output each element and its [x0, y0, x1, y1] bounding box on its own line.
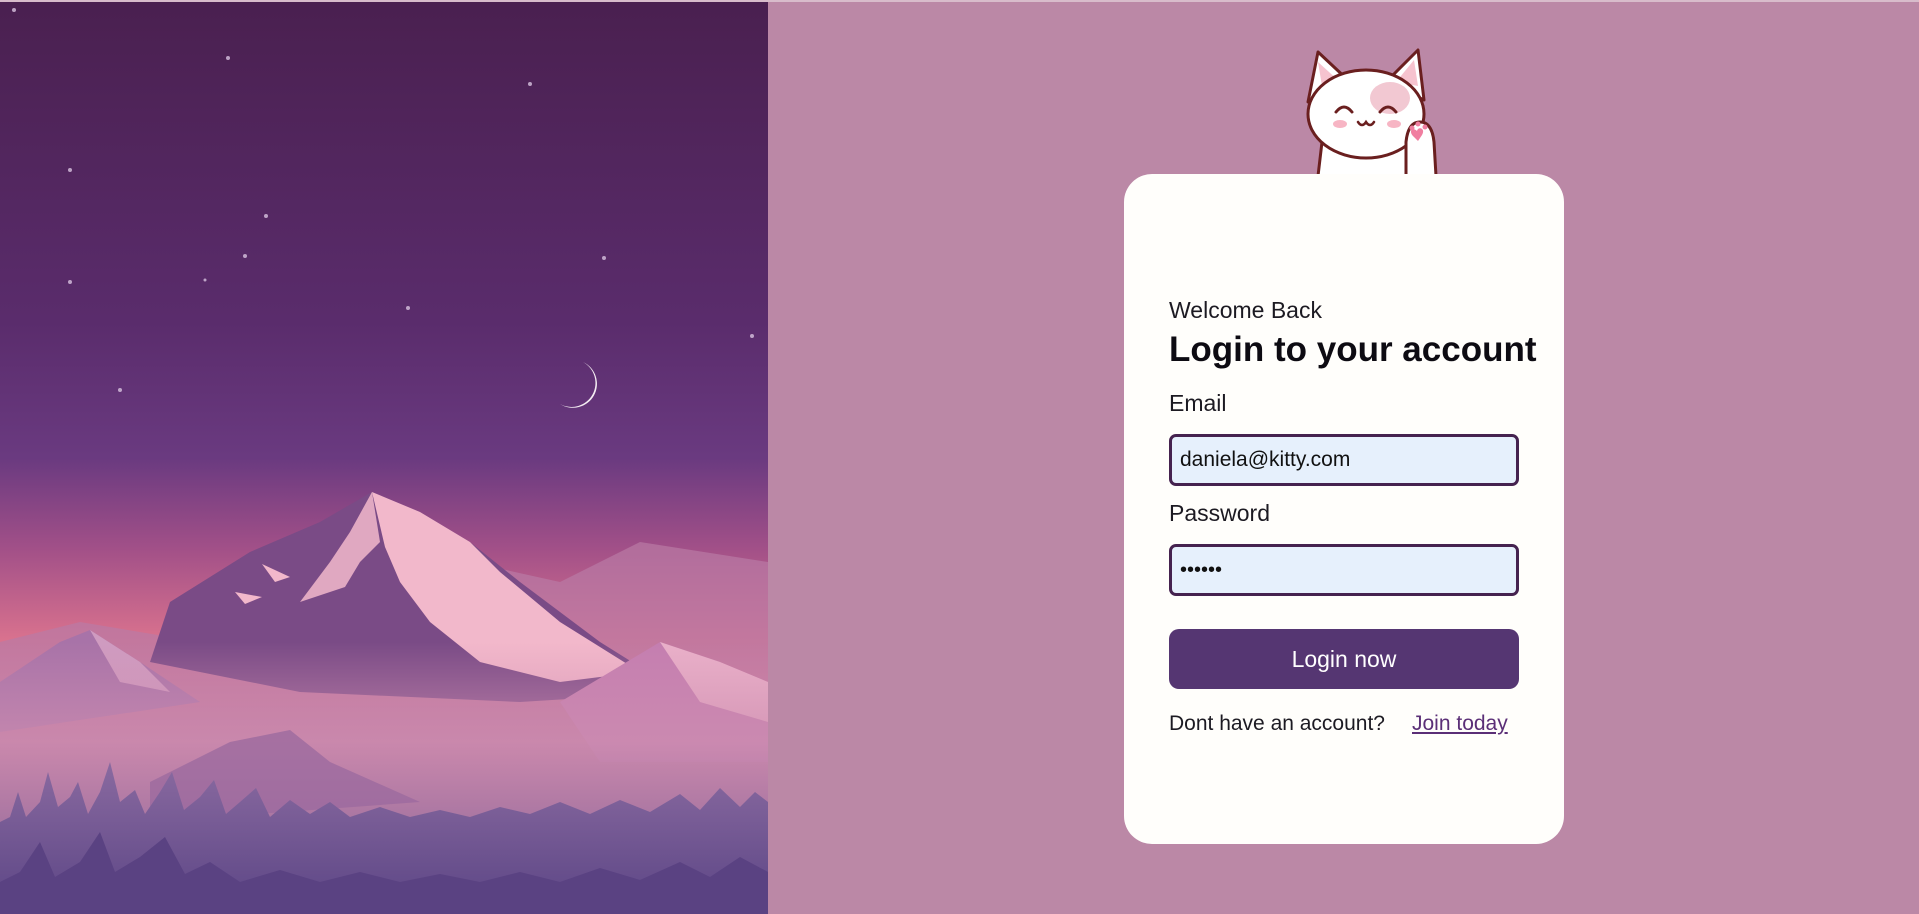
page-title: Login to your account [1169, 330, 1537, 369]
email-field[interactable]: daniela@kitty.com [1169, 434, 1519, 486]
email-label: Email [1169, 390, 1227, 416]
login-panel-area: Welcome Back Login to your account Email… [768, 2, 1919, 914]
login-button[interactable]: Login now [1169, 629, 1519, 689]
join-today-link[interactable]: Join today [1412, 712, 1508, 736]
login-card: Welcome Back Login to your account Email… [1124, 174, 1564, 844]
welcome-text: Welcome Back [1169, 297, 1322, 323]
cat-waving-icon [1268, 42, 1448, 178]
password-field[interactable]: •••••• [1169, 544, 1519, 596]
mountain-night-illustration [0, 2, 768, 914]
password-label: Password [1169, 500, 1270, 526]
signup-prompt: Dont have an account? [1169, 712, 1385, 735]
